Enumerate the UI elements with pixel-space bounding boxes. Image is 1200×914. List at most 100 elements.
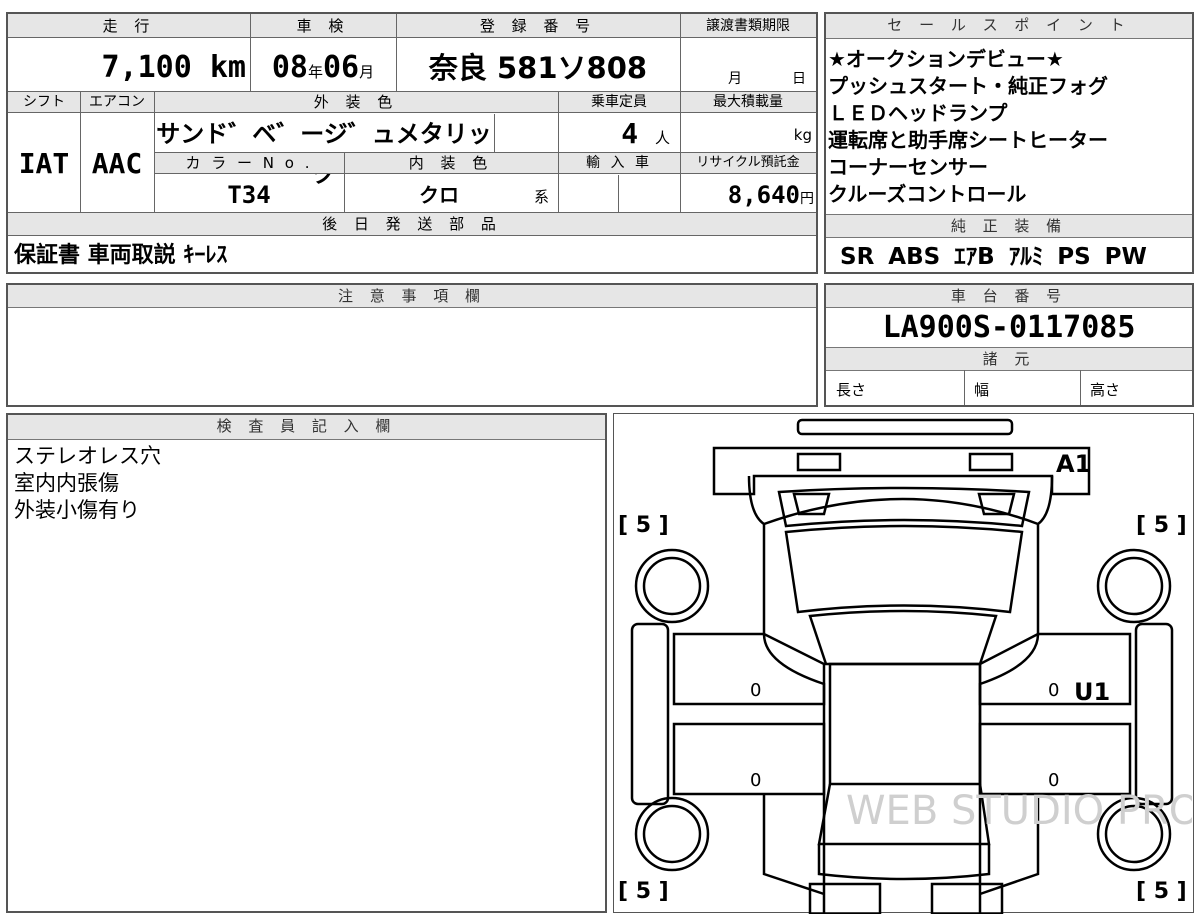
shift-value: IAT (18, 147, 70, 180)
interior-color-header: 内 装 色 (408, 154, 494, 172)
sales-points-panel: セ ー ル ス ポ イ ン ト ★オークションデビュー★ プッシュスタート・純正… (824, 12, 1194, 274)
rocker-left (630, 622, 670, 806)
roof (828, 662, 982, 786)
sales-point-line: プッシュスタート・純正フォグ (828, 74, 1108, 98)
color-no-value: T34 (227, 181, 271, 209)
sales-points-list: ★オークションデビュー★ プッシュスタート・純正フォグ ＬＥＤヘッドランプ 運転… (828, 46, 1190, 208)
tire-label-rear-right: [ 5 ] (1136, 879, 1187, 904)
vehicle-info-table: 走 行 車 検 登 録 番 号 譲渡書類期限 7,100 km 08年06月 奈… (6, 12, 818, 274)
zero-mark: 0 (1048, 680, 1059, 701)
zero-mark: 0 (1048, 770, 1059, 791)
damage-mark-a1: A1 (1056, 450, 1091, 478)
interior-suffix: 系 (534, 188, 550, 206)
deadline-day: 日 (792, 71, 806, 87)
grid-line (494, 114, 495, 152)
registration-header: 登 録 番 号 (479, 17, 597, 35)
inspection-header: 車 検 (296, 17, 350, 35)
headlight-right (968, 452, 1014, 472)
tire-label-front-left: [ 5 ] (618, 513, 669, 538)
grid-line (250, 14, 251, 91)
front-bumper-strip (796, 418, 1014, 436)
mileage-header: 走 行 (102, 17, 156, 35)
grid-line (344, 152, 345, 212)
zero-mark: 0 (750, 680, 761, 701)
mileage-value: 7,100 km (101, 50, 247, 85)
inspector-notes: ステレオレス穴 室内内張傷 外装小傷有り (14, 443, 161, 524)
damage-mark-u1: U1 (1074, 678, 1110, 706)
front-door-left (672, 632, 826, 706)
tire-label-front-right: [ 5 ] (1136, 513, 1187, 538)
body-outline-right (978, 475, 1054, 914)
rocker-right (1134, 622, 1174, 806)
inspector-note-line: 室内内張傷 (14, 471, 119, 495)
tire-front-left (634, 548, 710, 624)
inspector-header: 検 査 員 記 入 欄 (8, 415, 605, 440)
rear-door-left (672, 722, 826, 796)
sales-point-line: 運転席と助手席シートヒーター (828, 128, 1108, 152)
sales-point-line: ＬＥＤヘッドランプ (828, 101, 1008, 125)
grid-line (396, 14, 397, 91)
sales-point-line: コーナーセンサー (828, 155, 988, 179)
rear-light-left (808, 882, 882, 914)
inspector-note-line: ステレオレス穴 (14, 444, 161, 468)
tire-front-right-inner (1104, 556, 1164, 616)
recycle-fee-header: リサイクル預託金 (696, 155, 800, 170)
recycle-fee-value: 8,640円 (727, 181, 814, 209)
inspection-value: 08年06月 (271, 50, 375, 85)
windshield (784, 524, 1024, 614)
tire-label-rear-left: [ 5 ] (618, 879, 669, 904)
zero-mark: 0 (750, 770, 761, 791)
inspector-panel: 検 査 員 記 入 欄 ステレオレス穴 室内内張傷 外装小傷有り (6, 413, 607, 913)
aircon-header: エアコン (89, 94, 145, 110)
tire-front-left-inner (642, 556, 702, 616)
rear-fender-left (762, 794, 825, 896)
car-diagram-panel: WEB STUDIO PRO [ 5 ] [ 5 ] [ 5 ] [ 5 ] A… (613, 413, 1194, 914)
grid-line (618, 175, 619, 212)
deadline-month: 月 (728, 71, 742, 87)
capacity-header: 乗車定員 (591, 94, 647, 110)
watermark: WEB STUDIO PRO (846, 788, 1192, 834)
transfer-deadline-header: 譲渡書類期限 (706, 18, 790, 34)
grid-line (154, 91, 155, 212)
grid-line (80, 91, 81, 212)
chassis-number: LA900S-0117085 (882, 310, 1136, 345)
equipment-header: 純 正 装 備 (826, 214, 1192, 238)
tire-rear-left-inner (642, 804, 702, 864)
notes-header: 注 意 事 項 欄 (8, 285, 816, 308)
shift-header: シフト (23, 94, 65, 110)
inspector-note-line: 外装小傷有り (14, 498, 140, 522)
exterior-color-header: 外 装 色 (313, 93, 399, 111)
sales-point-line: ★オークションデビュー★ (828, 47, 1064, 71)
grid-line (558, 91, 559, 212)
chassis-header: 車 台 番 号 (826, 285, 1192, 308)
tire-rear-left (634, 796, 710, 872)
registration-value: 奈良 581ソ808 (428, 51, 648, 85)
notes-panel: 注 意 事 項 欄 (6, 283, 818, 407)
grid-line (964, 370, 965, 405)
height-label: 高さ (1090, 381, 1121, 399)
max-load-header: 最大積載量 (713, 94, 783, 110)
interior-color-value: クロ (419, 183, 459, 207)
sales-point-line: クルーズコントロール (828, 182, 1027, 206)
rear-light-right (930, 882, 1004, 914)
tire-front-right (1096, 548, 1172, 624)
sales-points-header: セ ー ル ス ポ イ ン ト (826, 14, 1192, 39)
chassis-panel: 車 台 番 号 LA900S-0117085 諸 元 長さ 幅 高さ (824, 283, 1194, 407)
capacity-value: 4 人 (621, 117, 670, 150)
car-diagram: WEB STUDIO PRO [ 5 ] [ 5 ] [ 5 ] [ 5 ] A… (618, 418, 1192, 914)
length-label: 長さ (836, 381, 867, 399)
aircon-value: AAC (91, 147, 143, 180)
roof-front (808, 609, 998, 666)
later-parts-value: 保証書 車両取説 ｷｰﾚｽ (14, 243, 228, 268)
rear-hatch (817, 844, 991, 881)
width-label: 幅 (974, 381, 990, 399)
import-header: 輸 入 車 (586, 155, 652, 171)
equipment-value: SR ABS ｴｱB ｱﾙﾐ PS PW (840, 244, 1147, 270)
specs-header: 諸 元 (826, 347, 1192, 371)
color-no-header: カ ラ ー N o . (185, 154, 313, 172)
grid-line (1080, 370, 1081, 405)
grid-line (680, 14, 681, 212)
later-parts-header: 後 日 発 送 部 品 (8, 212, 816, 236)
exterior-color-value: サンド゛ベ゛ージ゛ュメタリック (156, 120, 492, 188)
max-load-unit: kg (793, 126, 812, 144)
